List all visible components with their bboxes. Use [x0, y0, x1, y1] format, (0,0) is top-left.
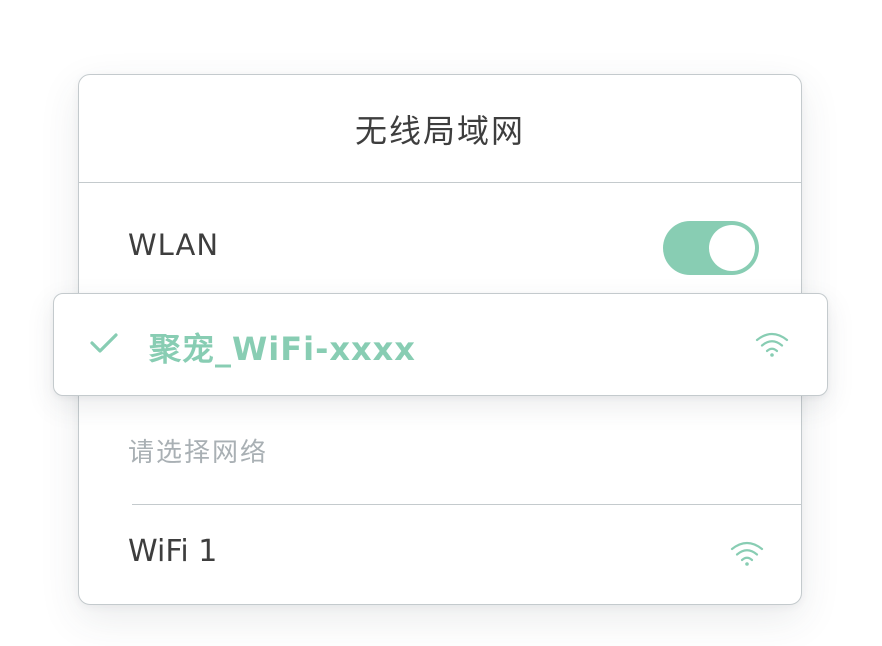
- wlan-label: WLAN: [128, 228, 220, 262]
- toggle-knob: [709, 225, 755, 271]
- connected-network-name: 聚宠_WiFi-xxxx: [149, 330, 416, 368]
- wlan-toggle-row: WLAN: [79, 183, 801, 295]
- wifi-signal-icon: [755, 332, 789, 357]
- choose-network-label: 请选择网络: [128, 438, 269, 468]
- wlan-toggle-switch[interactable]: [663, 221, 759, 275]
- panel-header: 无线局域网: [79, 75, 801, 183]
- network-list-item[interactable]: WiFi 1: [78, 505, 802, 603]
- check-icon: [90, 333, 118, 353]
- wifi-signal-icon: [730, 541, 764, 566]
- page-title: 无线局域网: [354, 111, 525, 150]
- connected-network-item[interactable]: 聚宠_WiFi-xxxx: [53, 293, 828, 396]
- screen: 无线局域网 WLAN 聚宠_WiFi-xxxx 请选择网络 WiFi 1: [0, 0, 882, 646]
- network-name: WiFi 1: [128, 534, 218, 569]
